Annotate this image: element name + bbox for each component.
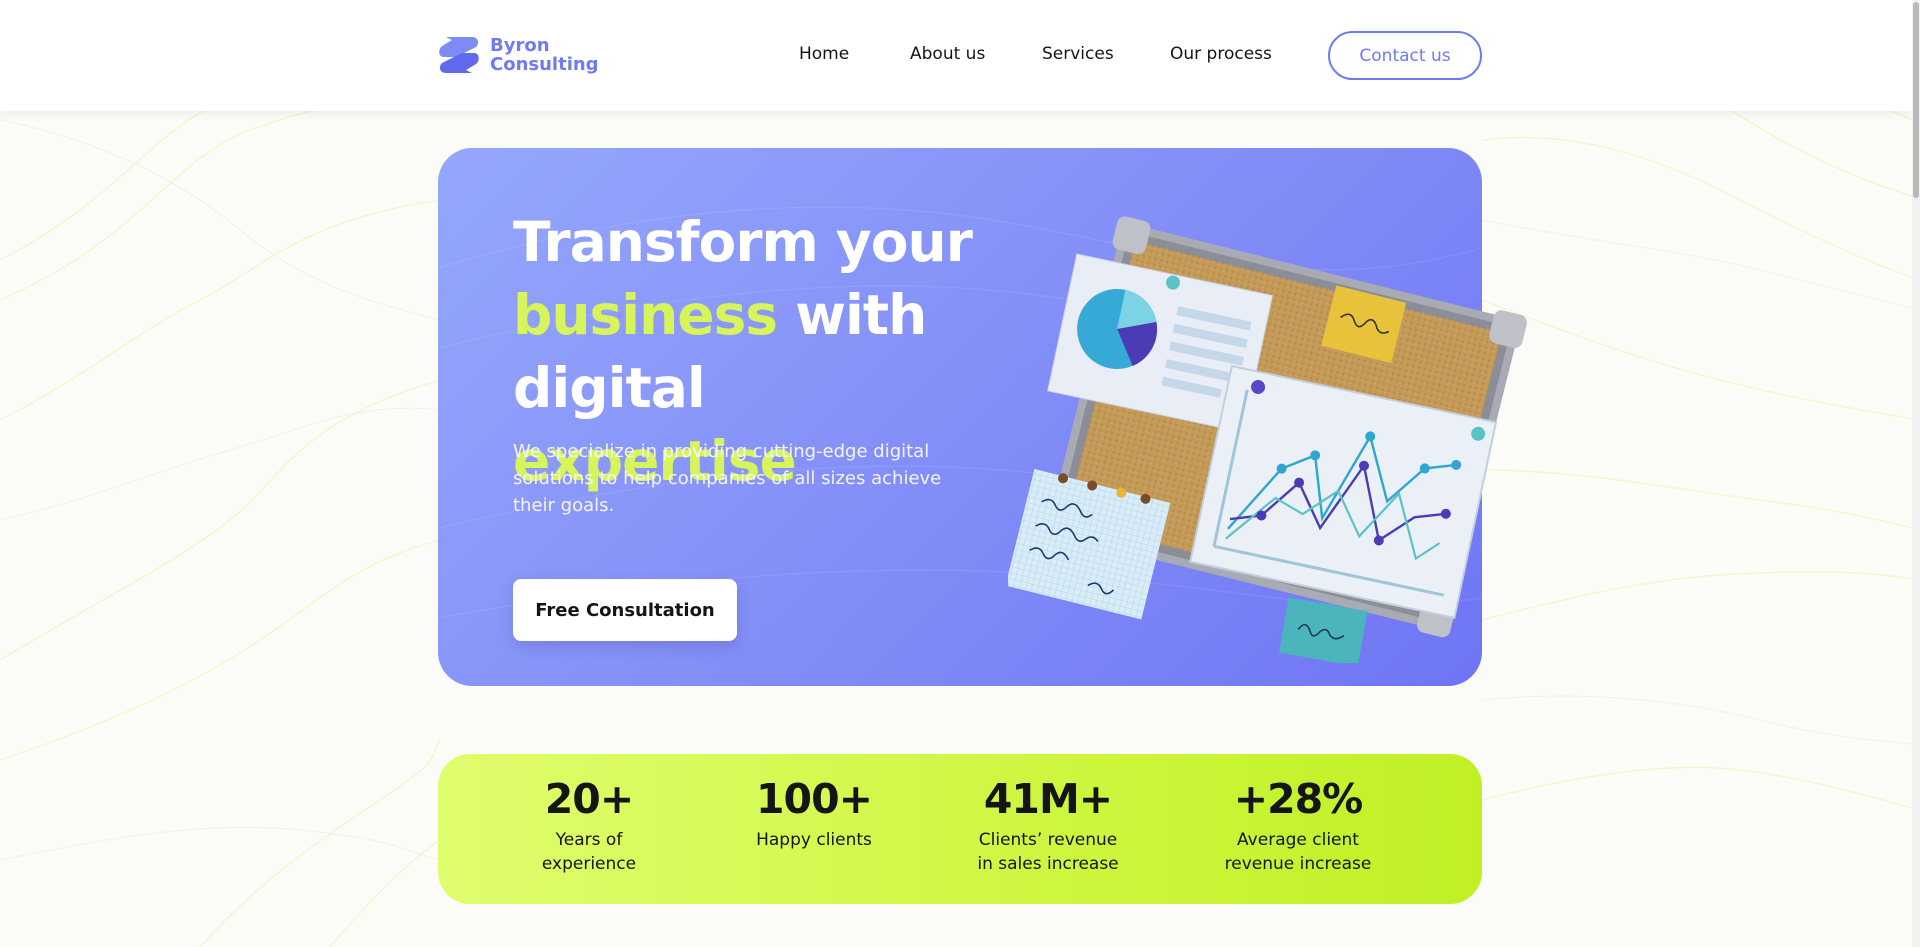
hero-subtitle: We specialize in providing cutting-edge … [513,441,942,516]
hero-title-highlight-business: business [513,283,778,347]
nav-services[interactable]: Services [1042,44,1114,64]
stat-clients: 100+ Happy clients [704,774,924,852]
free-consultation-button[interactable]: Free Consultation [513,579,737,641]
corkboard-illustration [1008,216,1527,663]
stat-value: 20+ [544,775,634,823]
hero-title-line1: Transform your [513,210,973,274]
stat-label-line1: Happy clients [756,830,872,850]
stat-value: 100+ [756,775,873,823]
stat-revenue: 41M+ Clients’ revenue in sales increase [938,774,1158,876]
stat-label-line1: Years of [555,830,623,850]
stat-label: Average client revenue increase [1188,828,1408,876]
page-scrollbar[interactable] [1912,0,1920,947]
stats-banner: 20+ Years of experience 100+ Happy clien… [438,754,1482,904]
brand-name-line2: Consulting [490,54,599,75]
stat-value: +28% [1233,775,1364,823]
brand-logo[interactable]: Byron Consulting [438,33,599,77]
nav-our-process[interactable]: Our process [1170,44,1272,64]
stat-value: 41M+ [983,775,1113,823]
stat-label-line1: Clients’ revenue [978,830,1118,850]
stat-average-increase: +28% Average client revenue increase [1188,774,1408,876]
stat-years: 20+ Years of experience [479,774,699,876]
contact-us-button[interactable]: Contact us [1328,31,1482,80]
scrollbar-thumb[interactable] [1913,2,1919,198]
stat-label: Happy clients [704,828,924,852]
stat-label-line1: Average client [1237,830,1359,850]
site-header: Byron Consulting Home About us Services … [0,0,1912,111]
hero-title-digital: digital [513,356,706,420]
stat-label: Years of experience [479,828,699,876]
stat-label: Clients’ revenue in sales increase [938,828,1158,876]
nav-about-us[interactable]: About us [910,44,985,64]
stat-label-line2: in sales increase [977,854,1119,874]
nav-home[interactable]: Home [799,44,849,64]
stat-label-line2: experience [541,854,637,874]
brand-name: Byron Consulting [490,36,599,74]
stat-label-line2: revenue increase [1224,854,1372,874]
brand-name-line1: Byron [490,35,550,56]
logo-mark-icon [439,37,479,73]
hero-title-with: with [777,283,927,347]
hero-banner: Transform your business with digital exp… [438,148,1527,686]
